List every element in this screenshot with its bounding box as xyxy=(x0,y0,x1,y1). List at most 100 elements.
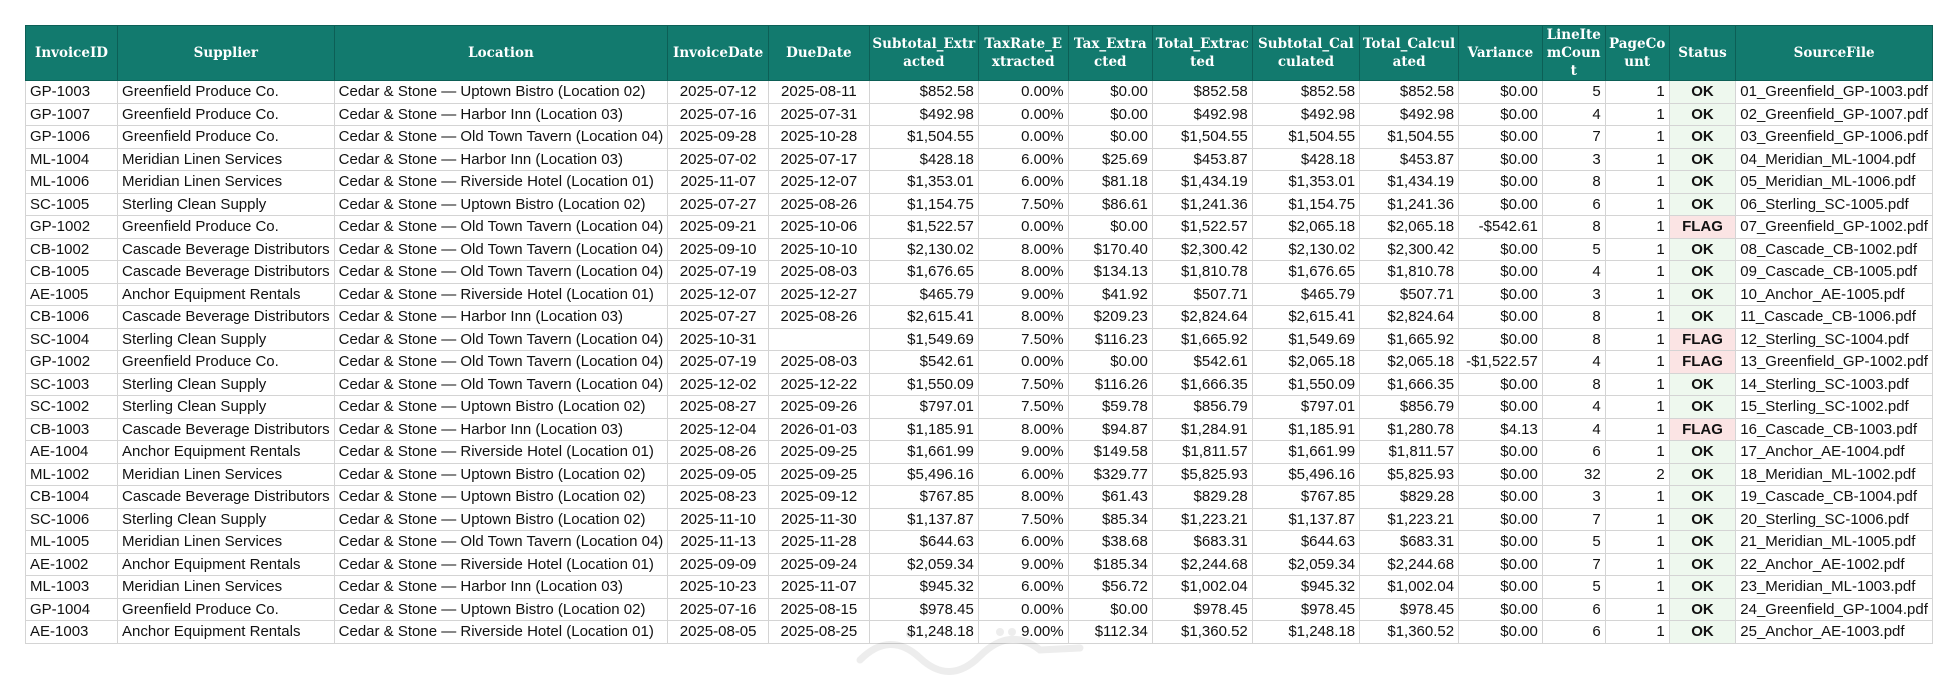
cell-invoicedate[interactable]: 2025-09-09 xyxy=(667,552,769,576)
cell-total-calculated[interactable]: $683.31 xyxy=(1359,530,1460,554)
status-badge[interactable]: OK xyxy=(1668,372,1737,396)
cell-duedate[interactable]: 2025-09-24 xyxy=(768,552,870,576)
cell-variance[interactable]: $0.00 xyxy=(1458,327,1543,351)
cell-location[interactable]: Cedar & Stone — Old Town Tavern (Locatio… xyxy=(333,125,669,149)
cell-total-extracted[interactable]: $1,665.92 xyxy=(1151,327,1253,351)
cell-total-extracted[interactable]: $1,284.91 xyxy=(1151,417,1253,441)
cell-pagecount[interactable]: 1 xyxy=(1604,237,1670,261)
cell-invoiceid[interactable]: GP-1006 xyxy=(24,125,119,149)
cell-supplier[interactable]: Cascade Beverage Distributors xyxy=(117,260,335,284)
status-badge[interactable]: OK xyxy=(1668,620,1737,644)
cell-invoiceid[interactable]: ML-1003 xyxy=(24,575,119,599)
cell-subtotal-extracted[interactable]: $1,504.55 xyxy=(868,125,979,149)
cell-duedate[interactable]: 2025-08-15 xyxy=(768,597,870,621)
cell-location[interactable]: Cedar & Stone — Harbor Inn (Location 03) xyxy=(333,147,669,171)
cell-invoicedate[interactable]: 2025-11-10 xyxy=(667,507,769,531)
cell-tax-extracted[interactable]: $85.34 xyxy=(1067,507,1153,531)
cell-sourcefile[interactable]: 02_Greenfield_GP-1007.pdf xyxy=(1735,102,1933,126)
cell-pagecount[interactable]: 1 xyxy=(1604,282,1670,306)
cell-invoicedate[interactable]: 2025-08-27 xyxy=(667,395,769,419)
cell-tax-extracted[interactable]: $209.23 xyxy=(1067,305,1153,329)
cell-invoicedate[interactable]: 2025-11-07 xyxy=(667,170,769,194)
status-badge[interactable]: OK xyxy=(1668,395,1737,419)
table-row[interactable]: GP-1003 Greenfield Produce Co. Cedar & Sto… xyxy=(24,80,1933,104)
cell-invoicedate[interactable]: 2025-07-16 xyxy=(667,597,769,621)
table-row[interactable]: SC-1003 Sterling Clean Supply Cedar & Ston… xyxy=(24,372,1933,396)
cell-invoicedate[interactable]: 2025-07-16 xyxy=(667,102,769,126)
cell-total-calculated[interactable]: $1,223.21 xyxy=(1359,507,1460,531)
cell-subtotal-calculated[interactable]: $1,185.91 xyxy=(1251,417,1361,441)
cell-location[interactable]: Cedar & Stone — Harbor Inn (Location 03) xyxy=(333,102,669,126)
cell-total-calculated[interactable]: $2,824.64 xyxy=(1359,305,1460,329)
cell-sourcefile[interactable]: 03_Greenfield_GP-1006.pdf xyxy=(1735,125,1933,149)
cell-subtotal-calculated[interactable]: $797.01 xyxy=(1251,395,1361,419)
cell-variance[interactable]: $0.00 xyxy=(1458,192,1543,216)
status-badge[interactable]: OK xyxy=(1668,305,1737,329)
cell-location[interactable]: Cedar & Stone — Old Town Tavern (Locatio… xyxy=(333,372,669,396)
cell-sourcefile[interactable]: 12_Sterling_SC-1004.pdf xyxy=(1735,327,1933,351)
cell-location[interactable]: Cedar & Stone — Uptown Bistro (Location … xyxy=(333,462,669,486)
status-badge[interactable]: OK xyxy=(1668,192,1737,216)
table-row[interactable]: GP-1004 Greenfield Produce Co. Cedar & Sto… xyxy=(24,597,1933,621)
cell-subtotal-calculated[interactable]: $1,353.01 xyxy=(1251,170,1361,194)
cell-pagecount[interactable]: 1 xyxy=(1604,372,1670,396)
cell-taxrate-extracted[interactable]: 9.00% xyxy=(977,440,1069,464)
cell-taxrate-extracted[interactable]: 6.00% xyxy=(977,575,1069,599)
status-badge[interactable]: OK xyxy=(1668,552,1737,576)
cell-duedate[interactable]: 2025-07-17 xyxy=(768,147,870,171)
cell-sourcefile[interactable]: 10_Anchor_AE-1005.pdf xyxy=(1735,282,1933,306)
status-badge[interactable]: OK xyxy=(1668,530,1737,554)
cell-supplier[interactable]: Greenfield Produce Co. xyxy=(117,125,335,149)
table-row[interactable]: AE-1003 Anchor Equipment Rentals Cedar & S… xyxy=(24,620,1933,644)
cell-subtotal-extracted[interactable]: $492.98 xyxy=(868,102,979,126)
status-badge[interactable]: FLAG xyxy=(1668,327,1737,351)
cell-location[interactable]: Cedar & Stone — Riverside Hotel (Locatio… xyxy=(333,440,669,464)
cell-lineitemcount[interactable]: 7 xyxy=(1541,552,1606,576)
cell-taxrate-extracted[interactable]: 8.00% xyxy=(977,305,1069,329)
table-row[interactable]: GP-1007 Greenfield Produce Co. Cedar & Sto… xyxy=(24,102,1933,126)
cell-invoicedate[interactable]: 2025-08-23 xyxy=(667,485,769,509)
cell-pagecount[interactable]: 1 xyxy=(1604,597,1670,621)
cell-supplier[interactable]: Anchor Equipment Rentals xyxy=(117,620,335,644)
cell-invoiceid[interactable]: AE-1004 xyxy=(24,440,119,464)
cell-subtotal-extracted[interactable]: $1,248.18 xyxy=(868,620,979,644)
cell-invoiceid[interactable]: GP-1002 xyxy=(24,215,119,239)
cell-duedate[interactable]: 2025-12-22 xyxy=(768,372,870,396)
cell-lineitemcount[interactable]: 6 xyxy=(1541,620,1606,644)
cell-subtotal-extracted[interactable]: $945.32 xyxy=(868,575,979,599)
cell-location[interactable]: Cedar & Stone — Old Town Tavern (Locatio… xyxy=(333,327,669,351)
cell-subtotal-calculated[interactable]: $2,059.34 xyxy=(1251,552,1361,576)
cell-duedate[interactable]: 2025-09-12 xyxy=(768,485,870,509)
cell-invoiceid[interactable]: ML-1005 xyxy=(24,530,119,554)
cell-tax-extracted[interactable]: $86.61 xyxy=(1067,192,1153,216)
cell-total-extracted[interactable]: $829.28 xyxy=(1151,485,1253,509)
cell-taxrate-extracted[interactable]: 7.50% xyxy=(977,372,1069,396)
cell-lineitemcount[interactable]: 5 xyxy=(1541,80,1606,104)
cell-pagecount[interactable]: 1 xyxy=(1604,575,1670,599)
cell-pagecount[interactable]: 1 xyxy=(1604,417,1670,441)
cell-tax-extracted[interactable]: $0.00 xyxy=(1067,80,1153,104)
table-row[interactable]: GP-1002 Greenfield Produce Co. Cedar & Sto… xyxy=(24,215,1933,239)
cell-invoicedate[interactable]: 2025-09-05 xyxy=(667,462,769,486)
cell-location[interactable]: Cedar & Stone — Old Town Tavern (Locatio… xyxy=(333,215,669,239)
cell-duedate[interactable]: 2025-09-25 xyxy=(768,462,870,486)
cell-lineitemcount[interactable]: 8 xyxy=(1541,327,1606,351)
cell-pagecount[interactable]: 1 xyxy=(1604,485,1670,509)
table-row[interactable]: SC-1004 Sterling Clean Supply Cedar & Ston… xyxy=(24,327,1933,351)
cell-lineitemcount[interactable]: 5 xyxy=(1541,530,1606,554)
table-row[interactable]: CB-1004 Cascade Beverage Distributors Ceda… xyxy=(24,485,1933,509)
cell-variance[interactable]: $0.00 xyxy=(1458,440,1543,464)
cell-duedate[interactable]: 2025-09-26 xyxy=(768,395,870,419)
cell-subtotal-extracted[interactable]: $542.61 xyxy=(868,350,979,374)
cell-sourcefile[interactable]: 15_Sterling_SC-1002.pdf xyxy=(1735,395,1933,419)
cell-total-calculated[interactable]: $1,002.04 xyxy=(1359,575,1460,599)
cell-duedate[interactable]: 2025-10-28 xyxy=(768,125,870,149)
cell-location[interactable]: Cedar & Stone — Old Town Tavern (Locatio… xyxy=(333,237,669,261)
cell-invoiceid[interactable]: AE-1003 xyxy=(24,620,119,644)
cell-tax-extracted[interactable]: $112.34 xyxy=(1067,620,1153,644)
cell-supplier[interactable]: Sterling Clean Supply xyxy=(117,192,335,216)
cell-lineitemcount[interactable]: 4 xyxy=(1541,417,1606,441)
cell-supplier[interactable]: Greenfield Produce Co. xyxy=(117,80,335,104)
cell-total-calculated[interactable]: $852.58 xyxy=(1359,80,1460,104)
cell-tax-extracted[interactable]: $170.40 xyxy=(1067,237,1153,261)
